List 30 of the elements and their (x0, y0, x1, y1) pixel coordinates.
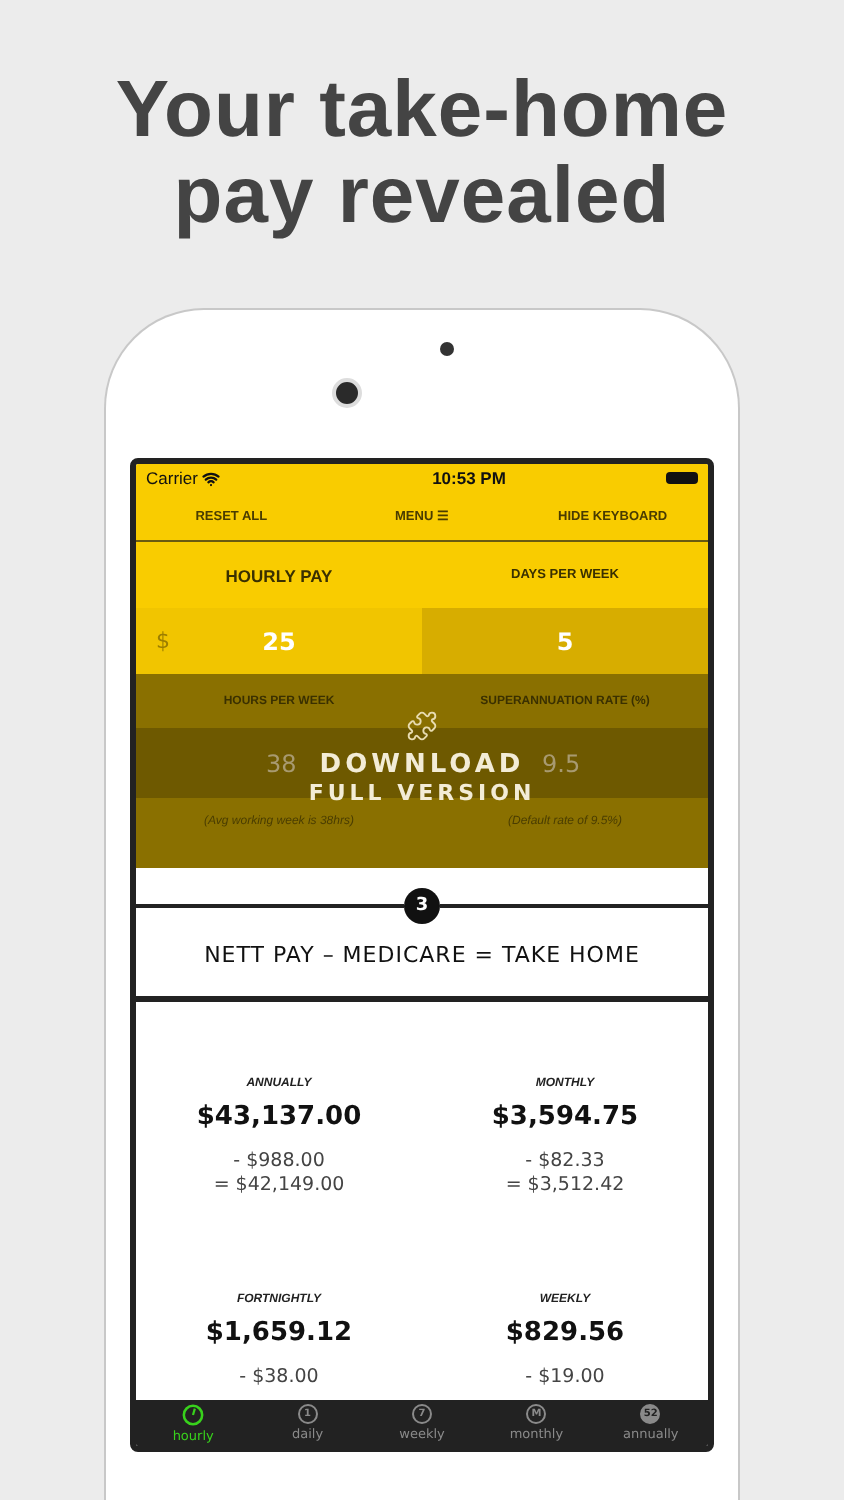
camera-lens (332, 378, 362, 408)
wifi-icon (201, 469, 220, 487)
take-home-amount: = $3,512.42 (505, 1174, 625, 1196)
medicare-amount: - $82.33 (525, 1150, 605, 1172)
field-value: 9.5 (542, 749, 581, 777)
medicare-amount: - $38.00 (239, 1366, 319, 1388)
field-value: 5 (556, 627, 574, 655)
battery-icon (666, 472, 698, 484)
field-value: 38 (266, 749, 297, 777)
medicare-amount: - $19.00 (525, 1366, 605, 1388)
status-time: 10:53 PM (432, 468, 506, 488)
speaker-dot (440, 342, 454, 356)
take-home-amount: = $42,149.00 (213, 1174, 345, 1196)
field-label: HOURLY PAY (225, 565, 333, 585)
medicare-amount: - $988.00 (233, 1150, 325, 1172)
nett-pay: $43,137.00 (196, 1102, 362, 1132)
nett-pay: $3,594.75 (491, 1102, 639, 1132)
nett-pay: $829.56 (505, 1318, 625, 1348)
headline: Your take-home pay revealed (115, 68, 729, 240)
currency-prefix: $ (156, 628, 170, 654)
input-field[interactable]: $ 25 (136, 608, 422, 674)
download-subtitle: FULL VERSION (308, 780, 536, 806)
field-value: 25 (262, 627, 296, 655)
timer-icon (182, 1403, 205, 1425)
carrier-label: Carrier (146, 468, 198, 488)
download-title: DOWNLOAD (319, 750, 525, 780)
section-title: NETT PAY – MEDICARE = TAKE HOME (204, 942, 640, 968)
puzzle-icon (406, 710, 438, 742)
step-number: 3 (404, 888, 440, 924)
nett-pay: $1,659.12 (205, 1318, 353, 1348)
